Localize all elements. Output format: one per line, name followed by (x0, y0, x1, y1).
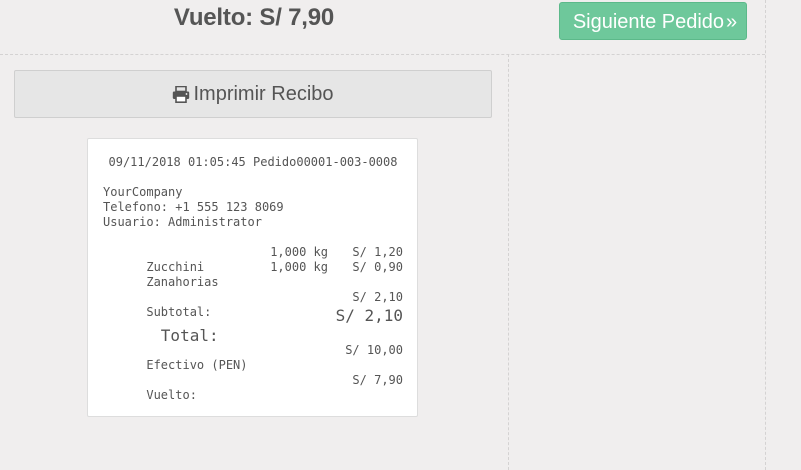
receipt: 09/11/2018 01:05:45 Pedido00001-003-0008… (87, 138, 418, 417)
receipt-change-value: S/ 7,90 (352, 373, 403, 387)
receipt-change-label: Vuelto: (146, 388, 197, 402)
receipt-order-line: Zucchini 1,000 kg S/ 1,20 (103, 245, 403, 274)
receipt-subtotal-value: S/ 2,10 (352, 290, 403, 304)
printer-icon (173, 85, 190, 103)
receipt-total-value: S/ 2,10 (335, 306, 403, 325)
receipt-company: YourCompany (103, 185, 183, 199)
change-amount-title: Vuelto: S/ 7,90 (173, 4, 335, 31)
receipt-payment-row: Efectivo (PEN) S/ 10,00 (103, 343, 403, 372)
receipt-line-qty: 1,000 kg (270, 260, 328, 274)
print-receipt-button[interactable]: Imprimir Recibo (14, 70, 492, 118)
receipt-line-price: S/ 0,90 (352, 260, 403, 274)
receipt-payment-label: Efectivo (PEN) (146, 358, 248, 372)
receipt-subtotal-row: Subtotal: S/ 2,10 (103, 290, 403, 319)
payment-receipt-screen: Vuelto: S/ 7,90 Siguiente Pedido» Imprim… (0, 0, 801, 470)
receipt-payment-value: S/ 10,00 (345, 343, 403, 357)
receipt-phone: Telefono: +1 555 123 8069 (103, 200, 284, 214)
receipt-total-row: Total: S/ 2,10 (103, 306, 403, 345)
double-chevron-right-icon: » (726, 11, 737, 33)
top-bar: Vuelto: S/ 7,90 Siguiente Pedido» (0, 0, 765, 55)
receipt-line-qty: 1,000 kg (270, 245, 328, 259)
receipt-change-row: Vuelto: S/ 7,90 (103, 373, 403, 402)
next-order-label: Siguiente Pedido (572, 11, 725, 33)
receipt-user: Usuario: Administrator (103, 215, 262, 229)
receipt-line-price: S/ 1,20 (352, 245, 403, 259)
column-divider (508, 54, 509, 470)
print-receipt-label: Imprimir Recibo (193, 83, 334, 105)
receipt-header-line: 09/11/2018 01:05:45 Pedido00001-003-0008 (108, 155, 398, 169)
receipt-line-product: Zanahorias (146, 275, 219, 289)
next-order-button[interactable]: Siguiente Pedido» (559, 2, 747, 40)
right-column-divider (765, 0, 766, 470)
receipt-order-line: Zanahorias 1,000 kg S/ 0,90 (103, 260, 403, 289)
